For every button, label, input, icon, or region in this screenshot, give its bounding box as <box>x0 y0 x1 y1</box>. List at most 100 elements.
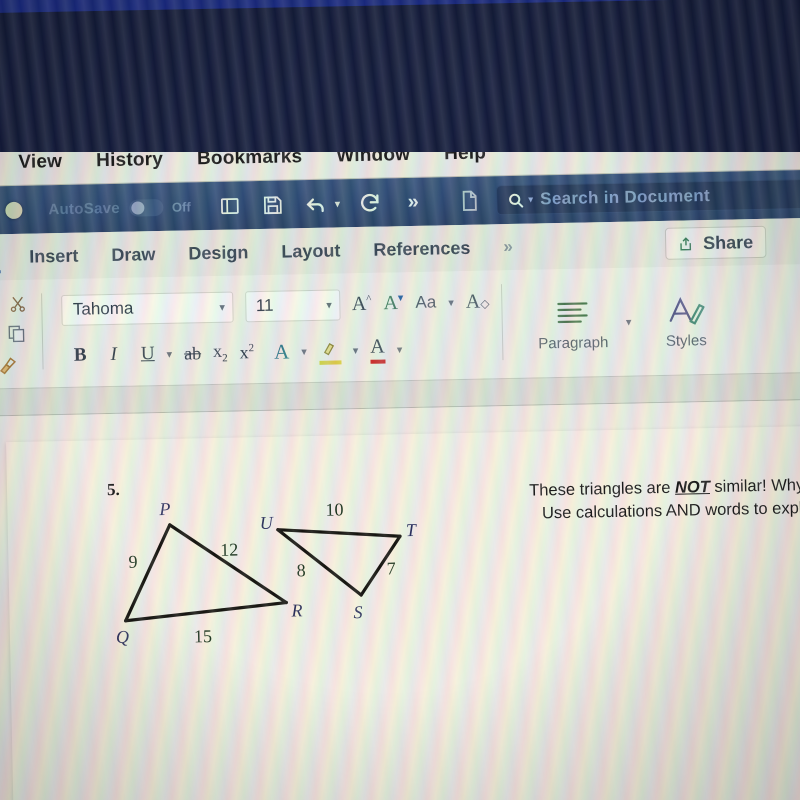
copy-icon[interactable] <box>6 321 29 347</box>
redo-icon[interactable] <box>357 190 384 217</box>
autosave-control[interactable]: AutoSave Off <box>48 198 191 218</box>
search-icon <box>507 191 525 209</box>
side-us <box>276 528 363 597</box>
word-window: View History Bookmarks Window Help AutoS… <box>0 123 800 800</box>
triangle-pqr: P Q R 9 12 15 <box>116 499 303 647</box>
paragraph-align-icon[interactable] <box>554 294 591 331</box>
text-effects-chevron-down-icon[interactable]: ▾ <box>301 345 307 358</box>
side-qr <box>124 600 288 623</box>
prompt-text-a: These triangles are <box>529 478 676 500</box>
menu-item-window[interactable]: Window <box>336 144 410 167</box>
triangle-ust: U T S 10 8 7 <box>260 499 419 622</box>
side-ut <box>276 528 402 538</box>
document-page[interactable]: 5. P Q R 9 12 15 U T S 10 8 7 These tria… <box>6 425 800 800</box>
underline-chevron-down-icon[interactable]: ▾ <box>166 347 172 360</box>
more-commands-icon[interactable]: » <box>400 189 427 216</box>
highlight-color-button[interactable] <box>318 336 342 365</box>
styles-group-label: Styles <box>665 331 707 350</box>
search-dropdown-chevron-icon[interactable]: ▾ <box>528 194 533 205</box>
font-name-value: Tahoma <box>72 298 134 319</box>
document-area[interactable]: 5. P Q R 9 12 15 U T S 10 8 7 These tria… <box>0 398 800 800</box>
font-color-button[interactable]: A <box>370 335 386 364</box>
side-length-st: 7 <box>386 558 395 578</box>
clear-formatting-icon[interactable]: A◇ <box>466 290 490 313</box>
menu-item-bookmarks[interactable]: Bookmarks <box>197 146 303 170</box>
grow-font-button[interactable]: A^ <box>352 292 372 315</box>
menu-item-history[interactable]: History <box>96 149 163 172</box>
font-color-chevron-down-icon[interactable]: ▾ <box>397 343 403 356</box>
paragraph-group: Paragraph <box>501 267 645 378</box>
document-icon[interactable] <box>456 188 483 215</box>
paragraph-button[interactable]: Paragraph <box>523 293 622 352</box>
prompt-line-2: Use calculations AND words to explain. <box>541 499 800 523</box>
font-name-chevron-down-icon[interactable]: ▾ <box>219 300 225 313</box>
format-painter-icon[interactable] <box>0 351 19 377</box>
side-length-pr: 12 <box>220 539 238 559</box>
share-button[interactable]: Share <box>664 225 767 260</box>
highlight-chevron-down-icon[interactable]: ▾ <box>353 344 359 357</box>
menu-item-view[interactable]: View <box>18 151 62 174</box>
tab-design[interactable]: Design <box>188 242 248 264</box>
subscript-button[interactable]: x2 <box>213 341 228 365</box>
share-label: Share <box>702 231 754 253</box>
superscript-button[interactable]: x2 <box>239 342 254 363</box>
vertex-label-p: P <box>158 499 170 519</box>
side-length-ut: 10 <box>325 499 343 519</box>
triangles-figure: P Q R 9 12 15 U T S 10 8 7 <box>116 499 419 647</box>
ribbon-overflow-icon[interactable]: » <box>503 237 513 257</box>
tab-insert[interactable]: Insert <box>29 245 78 267</box>
underline-button[interactable]: U <box>141 343 155 365</box>
font-size-chevron-down-icon[interactable]: ▾ <box>326 298 332 311</box>
styles-icon[interactable] <box>666 292 706 329</box>
styles-group: Styles <box>630 265 741 375</box>
strikethrough-button[interactable]: ab <box>184 343 201 364</box>
styles-button[interactable]: Styles <box>651 291 721 349</box>
screenshot-root: View History Bookmarks Window Help AutoS… <box>0 0 800 800</box>
tab-layout[interactable]: Layout <box>281 240 340 262</box>
toolbar-separator <box>426 201 456 202</box>
side-length-us: 8 <box>296 560 305 580</box>
side-length-pq: 9 <box>128 552 137 572</box>
vertex-label-u: U <box>260 513 274 533</box>
side-pq <box>124 523 172 623</box>
clipboard-group: ▾ <box>0 279 42 388</box>
change-case-chevron-down-icon[interactable]: ▾ <box>448 296 454 309</box>
vertex-label-s: S <box>353 602 362 622</box>
wallpaper-top-edge <box>0 0 800 17</box>
font-group: Tahoma ▾ 11 ▾ A^ A▾ Aa ▾ A◇ B I U ▾ ab x… <box>40 270 503 387</box>
share-icon <box>678 234 696 252</box>
font-size-select[interactable]: 11 ▾ <box>244 288 341 322</box>
change-case-button[interactable]: Aa <box>415 292 436 312</box>
vertex-label-r: R <box>290 600 302 620</box>
undo-icon[interactable] <box>302 191 329 218</box>
sidebar-toggle-icon[interactable] <box>216 192 243 219</box>
side-length-qr: 15 <box>194 626 212 646</box>
autosave-toggle[interactable] <box>128 198 164 217</box>
italic-button[interactable]: I <box>110 344 117 366</box>
paragraph-group-label: Paragraph <box>538 333 609 352</box>
window-control-button[interactable] <box>5 201 23 219</box>
bold-button[interactable]: B <box>74 345 87 367</box>
prompt-text-b: similar! Why not? <box>714 475 800 496</box>
cut-icon[interactable] <box>7 291 30 317</box>
prompt-not-emphasis: NOT <box>674 478 711 497</box>
vertex-label-t: T <box>406 520 418 540</box>
shrink-font-button[interactable]: A▾ <box>383 291 403 315</box>
autosave-label: AutoSave <box>48 199 121 218</box>
font-name-select[interactable]: Tahoma ▾ <box>60 291 234 326</box>
menu-item-help[interactable]: Help <box>444 142 486 165</box>
side-pr <box>168 523 288 605</box>
vertex-label-q: Q <box>116 627 129 647</box>
text-effects-button[interactable]: A <box>274 339 290 364</box>
quick-access-icons: ▾ » <box>216 189 426 219</box>
font-size-value: 11 <box>255 295 274 316</box>
search-placeholder: Search in Document <box>540 185 711 209</box>
tab-draw[interactable]: Draw <box>111 244 155 266</box>
ribbon-body: ▾ <box>0 262 800 389</box>
search-input[interactable]: ▾ Search in Document <box>495 178 800 216</box>
save-icon[interactable] <box>259 191 286 218</box>
tab-references[interactable]: References <box>373 237 470 260</box>
undo-dropdown-chevron-icon[interactable]: ▾ <box>335 197 341 210</box>
autosave-state: Off <box>171 198 191 215</box>
active-tab-indicator <box>0 270 1 274</box>
